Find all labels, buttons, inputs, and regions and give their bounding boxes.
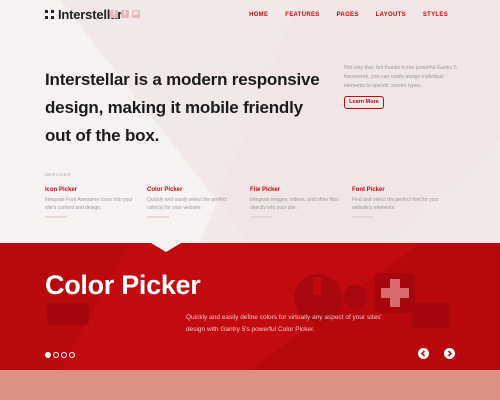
hero-headline: Interstellar is a modern responsive desi… — [45, 70, 320, 145]
twitter-icon[interactable]: t — [121, 10, 129, 18]
slider-dot-2[interactable] — [53, 352, 59, 358]
bottom-section — [0, 370, 500, 400]
social-links: f t in — [110, 10, 140, 18]
service-text: Integrate Font Awesome icons into your s… — [45, 197, 133, 211]
header: Interstellar f t in HOME FEATURES PAGES … — [0, 0, 500, 30]
hero-side-text: Not only that, but thanks to the powerfu… — [344, 65, 457, 89]
slider-next-button[interactable] — [444, 348, 455, 359]
nav-home[interactable]: HOME — [249, 12, 268, 18]
facebook-icon[interactable]: f — [110, 10, 118, 18]
service-text: Quickly and easily select the perfect co… — [147, 197, 227, 211]
service-icon-picker: Icon Picker Integrate Font Awesome icons… — [45, 187, 141, 218]
slider-dot-1[interactable] — [45, 352, 51, 358]
service-color-picker: Color Picker Quickly and easily select t… — [147, 187, 243, 218]
slider-pagination — [45, 352, 75, 358]
nav-features[interactable]: FEATURES — [285, 12, 319, 18]
nav-layouts[interactable]: LAYOUTS — [376, 12, 406, 18]
slider-prev-button[interactable] — [418, 348, 429, 359]
logo-icon — [45, 10, 54, 19]
divider — [45, 216, 67, 218]
slide-text: Quickly and easily define colors for vir… — [186, 314, 382, 333]
slider-notch — [151, 243, 181, 252]
nav-pages[interactable]: PAGES — [337, 12, 359, 18]
chevron-right-icon — [447, 350, 453, 357]
service-title[interactable]: Icon Picker — [45, 187, 141, 193]
service-text: Find and select the perfect font for you… — [352, 197, 439, 211]
learn-more-button[interactable]: Learn More — [344, 96, 384, 109]
top-section: Interstellar f t in HOME FEATURES PAGES … — [0, 0, 500, 243]
main-nav: HOME FEATURES PAGES LAYOUTS STYLES — [232, 12, 448, 18]
nav-styles[interactable]: STYLES — [423, 12, 448, 18]
service-font-picker: Font Picker Find and select the perfect … — [352, 187, 448, 218]
services-label: SERVICES — [45, 172, 71, 177]
service-title[interactable]: File Picker — [250, 187, 346, 193]
divider — [147, 216, 169, 218]
service-text: Integrate images, videos, and other file… — [250, 197, 339, 211]
service-file-picker: File Picker Integrate images, videos, an… — [250, 187, 346, 218]
slide-title: Color Picker — [45, 270, 201, 300]
chevron-left-icon — [420, 350, 426, 357]
slider-dot-4[interactable] — [69, 352, 75, 358]
slider-dot-3[interactable] — [61, 352, 67, 358]
divider — [250, 216, 272, 218]
linkedin-icon[interactable]: in — [132, 10, 140, 18]
divider — [352, 216, 374, 218]
service-title[interactable]: Color Picker — [147, 187, 243, 193]
service-title[interactable]: Font Picker — [352, 187, 448, 193]
